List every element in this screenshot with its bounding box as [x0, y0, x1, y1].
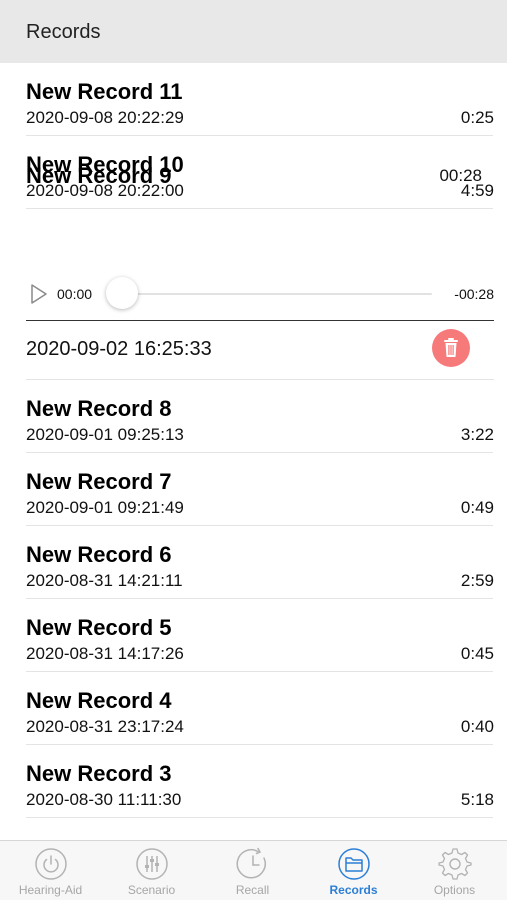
- record-duration: 3:22: [460, 425, 494, 444]
- gear-icon: [438, 848, 472, 880]
- record-row[interactable]: New Record 6 2020-08-31 14:21:11 2:59: [0, 526, 507, 599]
- record-duration: 2:59: [460, 571, 494, 590]
- record-row[interactable]: New Record 4 2020-08-31 23:17:24 0:40: [0, 672, 507, 745]
- delete-button[interactable]: [432, 329, 470, 367]
- record-name[interactable]: New Record 9: [26, 163, 172, 189]
- tab-recall[interactable]: Recall: [202, 841, 303, 901]
- record-date: 2020-09-01 09:21:49: [26, 498, 184, 517]
- tab-label: Recall: [235, 883, 270, 897]
- record-name: New Record 5: [26, 615, 172, 640]
- sliders-icon: [136, 848, 168, 880]
- clock-icon: [236, 847, 266, 879]
- remaining-time: -00:28: [454, 286, 494, 302]
- record-date: 2020-08-31 23:17:24: [26, 717, 184, 736]
- record-duration: 00:28: [439, 166, 482, 185]
- tab-hearing-aid[interactable]: Hearing-Aid: [0, 841, 101, 901]
- progress-track[interactable]: [124, 293, 432, 295]
- tab-label: Hearing-Aid: [18, 883, 83, 897]
- record-name: New Record 3: [26, 761, 172, 786]
- power-icon: [35, 848, 67, 880]
- tab-options[interactable]: Options: [404, 841, 505, 901]
- tab-label: Records: [329, 883, 378, 897]
- record-row[interactable]: New Record 5 2020-08-31 14:17:26 0:45: [0, 599, 507, 672]
- record-name: New Record 6: [26, 542, 172, 567]
- progress-knob[interactable]: [106, 277, 138, 309]
- record-duration: 0:45: [460, 644, 494, 663]
- record-duration: 0:49: [460, 498, 494, 517]
- record-name: New Record 8: [26, 396, 172, 421]
- tab-records[interactable]: Records: [303, 841, 404, 901]
- tab-bar: Hearing-Aid Scenario Recall Records Opti…: [0, 840, 507, 900]
- record-name: New Record 4: [26, 688, 172, 713]
- record-date: 2020-08-31 14:21:11: [26, 571, 183, 590]
- tab-scenario[interactable]: Scenario: [101, 841, 202, 901]
- record-row[interactable]: New Record 8 2020-09-01 09:25:13 3:22: [0, 380, 507, 453]
- current-time: 00:00: [57, 286, 93, 302]
- record-duration: 5:18: [460, 790, 494, 809]
- expanded-record: New Record 9 00:28 00:00 -00:28 2020-09-…: [0, 0, 507, 380]
- record-date: 2020-08-30 11:11:30: [26, 790, 182, 809]
- tab-label: Options: [433, 883, 476, 897]
- record-row[interactable]: New Record 7 2020-09-01 09:21:49 0:49: [0, 453, 507, 526]
- record-date: 2020-08-31 14:17:26: [26, 644, 184, 663]
- record-date: 2020-09-02 16:25:33: [26, 338, 212, 360]
- tab-label: Scenario: [127, 883, 176, 897]
- record-name: New Record 7: [26, 469, 172, 494]
- record-date: 2020-09-01 09:25:13: [26, 425, 184, 444]
- trash-icon: [444, 338, 458, 357]
- player-divider: [26, 320, 494, 321]
- audio-player: 00:00 -00:28: [26, 272, 494, 320]
- folder-icon: [338, 848, 370, 880]
- records-list-bottom: New Record 8 2020-09-01 09:25:13 3:22 Ne…: [0, 380, 507, 818]
- record-row[interactable]: New Record 3 2020-08-30 11:11:30 5:18: [0, 745, 507, 818]
- play-icon[interactable]: [30, 284, 48, 304]
- record-duration: 0:40: [460, 717, 494, 736]
